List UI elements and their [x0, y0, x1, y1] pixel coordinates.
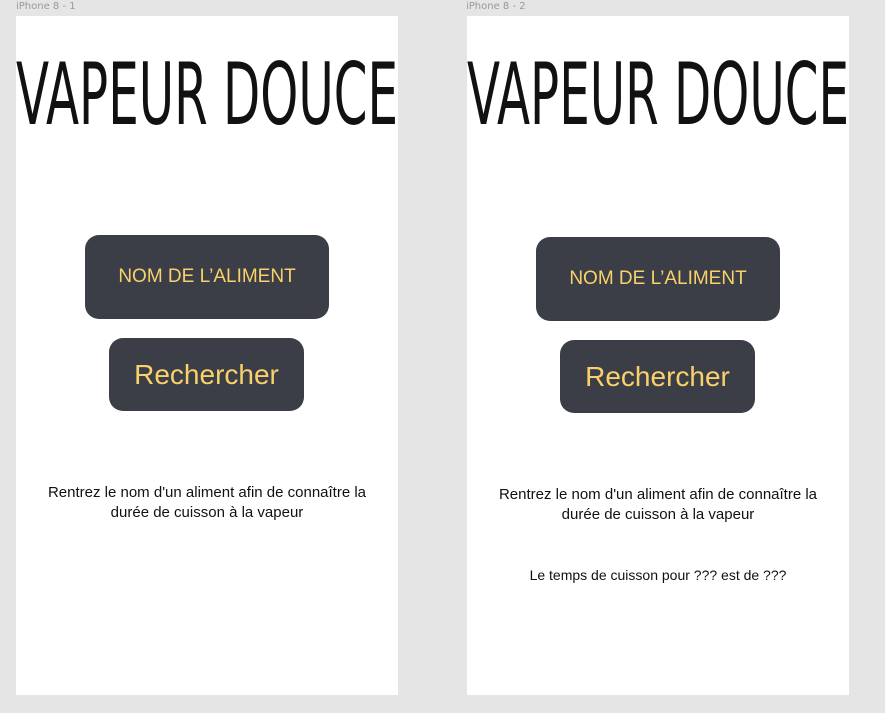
search-button[interactable]: Rechercher	[560, 340, 755, 413]
search-button-label: Rechercher	[585, 360, 730, 392]
app-logo: VAPEUR DOUCE	[467, 58, 849, 128]
app-logo-text: VAPEUR DOUCE	[467, 58, 849, 128]
cooking-time-result: Le temps de cuisson pour ??? est de ???	[529, 567, 787, 583]
instructions-text: Rentrez le nom d'un aliment afin de conn…	[47, 484, 367, 521]
food-name-input[interactable]: NOM DE L’ALIMENT	[536, 237, 780, 321]
instructions-text: Rentrez le nom d'un aliment afin de conn…	[498, 486, 818, 523]
artboard-iphone-8-1: VAPEUR DOUCE NOM DE L’ALIMENT Rechercher…	[16, 16, 398, 695]
artboard-label: iPhone 8 - 1	[16, 1, 76, 12]
app-logo: VAPEUR DOUCE	[16, 58, 398, 128]
search-button[interactable]: Rechercher	[109, 338, 304, 411]
search-button-label: Rechercher	[134, 358, 279, 390]
artboard-label: iPhone 8 - 2	[466, 1, 526, 12]
artboard-iphone-8-2: VAPEUR DOUCE NOM DE L’ALIMENT Rechercher…	[467, 16, 849, 695]
food-name-input[interactable]: NOM DE L’ALIMENT	[85, 235, 329, 319]
food-name-placeholder: NOM DE L’ALIMENT	[118, 266, 296, 287]
app-logo-text: VAPEUR DOUCE	[16, 58, 398, 128]
food-name-placeholder: NOM DE L’ALIMENT	[569, 268, 747, 289]
